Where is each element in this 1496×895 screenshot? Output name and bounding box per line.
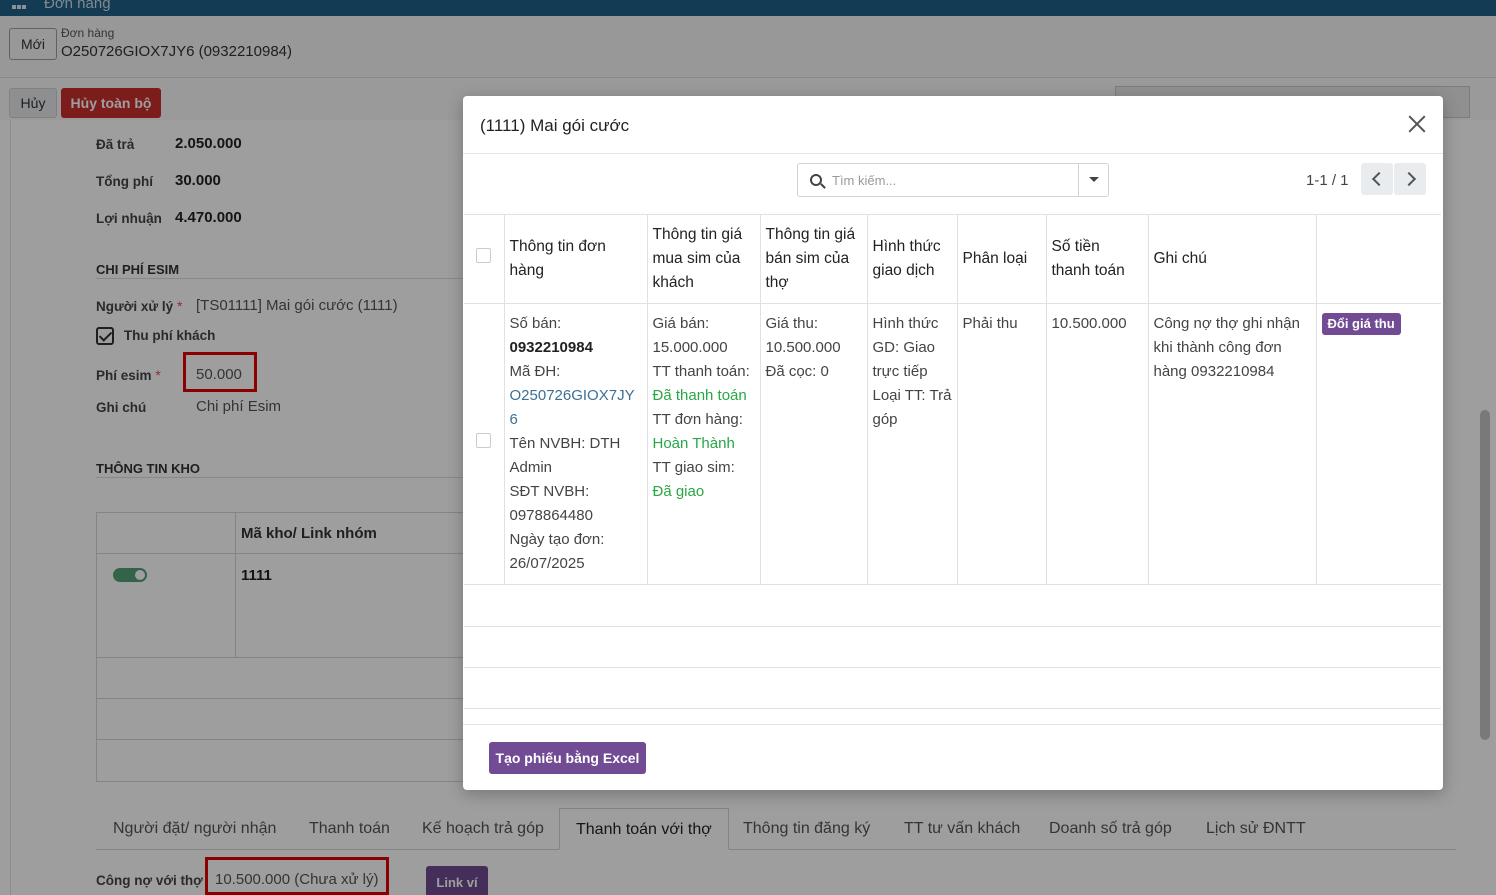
order-status-label: TT đơn hàng: (652, 411, 743, 428)
empty-row (464, 586, 1441, 627)
search-bar (797, 163, 1109, 197)
change-price-button[interactable]: Đổi giá thu (1321, 313, 1401, 335)
select-all-checkbox[interactable] (476, 248, 492, 263)
column-header[interactable]: Phân loại (957, 214, 1047, 304)
column-header[interactable]: Thông tin giá mua sim của khách (647, 214, 761, 304)
pager-next-button[interactable] (1394, 163, 1426, 195)
search-input[interactable] (832, 170, 1072, 190)
customer-price-cell: Giá bán: 15.000.000 TT thanh toán: Đã th… (647, 303, 761, 585)
table-header-row: Thông tin đơn hàng Thông tin giá mua sim… (464, 214, 1441, 304)
staff-name: Tên NVBH: DTH Admin (509, 435, 621, 476)
transaction-mode: Hình thức GD: Giao trực tiếp (872, 315, 939, 380)
order-info-cell: Số bán: 0932210984 Mã ĐH: O250726GIOX7JY… (504, 303, 648, 585)
select-all-cell (464, 214, 505, 304)
price-value: 15.000.000 (652, 339, 728, 356)
column-header[interactable]: Thông tin giá bán sim của thợ (760, 214, 868, 304)
create-excel-voucher-button[interactable]: Tạo phiếu bằng Excel (489, 742, 646, 774)
sold-label: Số bán: (509, 315, 562, 332)
chevron-down-icon[interactable] (1078, 164, 1108, 196)
transaction-mode-cell: Hình thức GD: Giao trực tiếp Loại TT: Tr… (867, 303, 958, 585)
close-icon[interactable] (1403, 110, 1431, 138)
staff-phone-label: SĐT NVBH: (509, 483, 590, 500)
deposit-amount: Đã cọc: 0 (765, 363, 829, 380)
payment-status-value: Đã thanh toán (652, 387, 747, 404)
dialog-header: (1111) Mai gói cước (463, 96, 1443, 154)
collect-price: Giá thu: 10.500.000 (765, 315, 841, 356)
delivery-status-label: TT giao sim: (652, 459, 735, 476)
payment-type: Loại TT: Trả góp (872, 387, 952, 428)
row-checkbox[interactable] (476, 433, 492, 448)
column-header[interactable]: Thông tin đơn hàng (504, 214, 648, 304)
price-label: Giá bán: (652, 315, 710, 332)
pager-value[interactable]: 1-1 / 1 (1306, 172, 1349, 189)
column-header[interactable]: Hình thức giao dịch (867, 214, 958, 304)
note-cell: Công nợ thợ ghi nhận khi thành công đơn … (1148, 303, 1317, 585)
table-row[interactable]: Số bán: 0932210984 Mã ĐH: O250726GIOX7JY… (464, 303, 1441, 585)
search-icon (810, 174, 822, 186)
staff-phone-value: 0978864480 (509, 507, 593, 524)
dialog: (1111) Mai gói cước 1-1 / 1 Thông tin đơ… (463, 96, 1443, 790)
dialog-footer: Tạo phiếu bằng Excel (463, 724, 1443, 790)
pager-previous-button[interactable] (1361, 163, 1393, 195)
empty-row (464, 627, 1441, 668)
column-header (1316, 214, 1441, 304)
order-code-link[interactable]: O250726GIOX7JY6 (510, 384, 642, 432)
action-cell: Đổi giá thu (1316, 303, 1441, 585)
delivery-status-value: Đã giao (652, 483, 705, 500)
records-table: Thông tin đơn hàng Thông tin giá mua sim… (464, 214, 1441, 585)
payment-status-label: TT thanh toán: (652, 363, 750, 380)
row-select-cell (464, 303, 505, 585)
amount-cell: 10.500.000 (1046, 303, 1149, 585)
sold-value: 0932210984 (509, 339, 593, 356)
order-status-value: Hoàn Thành (652, 435, 735, 452)
column-header[interactable]: Ghi chú (1148, 214, 1317, 304)
column-header[interactable]: Số tiền thanh toán (1046, 214, 1149, 304)
order-date-label: Ngày tạo đơn: (509, 531, 605, 548)
empty-row (464, 668, 1441, 709)
dialog-title: (1111) Mai gói cước (480, 116, 630, 135)
order-date-value: 26/07/2025 (509, 555, 585, 572)
category-cell: Phải thu (957, 303, 1047, 585)
worker-price-cell: Giá thu: 10.500.000 Đã cọc: 0 (760, 303, 868, 585)
order-code-label: Mã ĐH: (509, 363, 561, 380)
